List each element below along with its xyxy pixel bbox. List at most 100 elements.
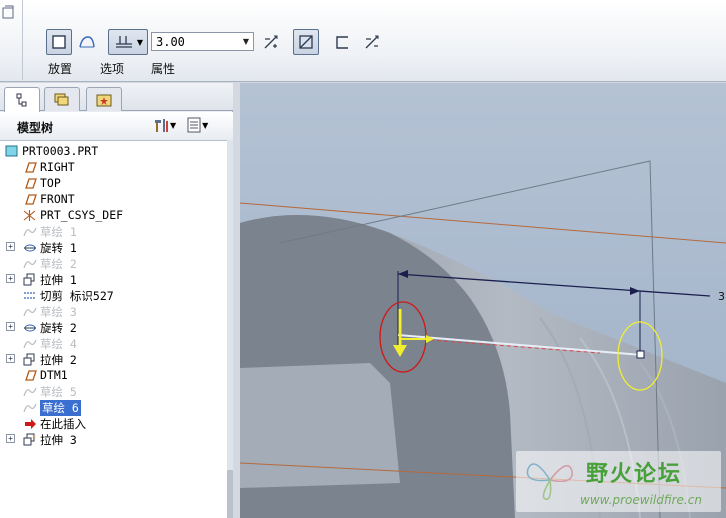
model-tree-title: 模型树 (17, 121, 54, 135)
blind-depth-icon (115, 36, 132, 48)
tree-item-label: 在此插入 (40, 417, 86, 431)
part-face-highlight (240, 363, 400, 488)
sketch-icon (22, 224, 37, 238)
thicken-sketch-icon (336, 36, 348, 49)
tree-item[interactable]: PRT0003.PRT (0, 143, 200, 159)
tree-item[interactable]: + 拉伸 2 (0, 351, 200, 367)
tree-item[interactable]: 在此插入 (0, 415, 200, 431)
tab-options[interactable]: 选项 (100, 60, 124, 77)
model-tree: PRT0003.PRT RIGHT TOP FRONT PRT_CSYS_DEF 草绘 1… (0, 140, 227, 518)
navigator-panel: 模型树 ▼ ▼ PRT0003.PRT RIGHT TOP FRONT PRT_CSYS… (0, 83, 233, 518)
flip-direction-button[interactable] (259, 29, 283, 55)
watermark: 野火论坛 www.proewildfire.cn (516, 451, 721, 512)
tree-item[interactable]: + * 拉伸 3 (0, 431, 200, 447)
favorites-tab[interactable] (86, 87, 122, 111)
datum-plane-icon (22, 192, 37, 206)
tree-item-label: 草绘 6 (40, 400, 81, 416)
coordinate-system-icon (22, 208, 37, 222)
chevron-down-icon: ▼ (170, 120, 177, 130)
butterfly-logo-icon (526, 463, 573, 500)
tree-item[interactable]: 草绘 4 (0, 335, 200, 351)
scrollbar-thumb[interactable] (227, 470, 233, 518)
tree-show-button[interactable]: ▼ (186, 116, 208, 134)
layer-tree-tab[interactable] (44, 87, 80, 111)
tree-item-label: PRT_CSYS_DEF (40, 208, 124, 222)
model-tree-tools: ▼ ▼ (152, 116, 208, 134)
depth-value-combo[interactable]: 3.00 ▼ (151, 32, 254, 51)
model-tree-header: 模型树 ▼ ▼ (0, 112, 233, 140)
expand-toggle[interactable]: + (6, 242, 15, 251)
part-icon (4, 144, 19, 158)
datum-plane-icon (22, 160, 37, 174)
tree-item-label: 旋转 2 (40, 321, 77, 335)
tree-item[interactable]: + 旋转 1 (0, 239, 200, 255)
tree-item[interactable]: 草绘 2 (0, 255, 200, 271)
datum-plane-icon (22, 368, 37, 382)
tree-item-label: 草绘 2 (40, 257, 77, 271)
model-tree-tab[interactable] (4, 87, 40, 112)
tree-item[interactable]: FRONT (0, 191, 200, 207)
tree-item[interactable]: 草绘 5 (0, 383, 200, 399)
tree-settings-button[interactable]: ▼ (152, 116, 176, 134)
surface-button[interactable] (74, 29, 100, 55)
remove-material-button[interactable] (293, 29, 319, 55)
insert-here-arrow-icon (22, 416, 37, 430)
thicken-button[interactable] (330, 29, 354, 55)
expand-toggle[interactable]: + (6, 274, 15, 283)
model-tree-scrollbar[interactable] (227, 140, 233, 518)
chevron-down-icon: ▼ (202, 120, 209, 130)
dashboard-separator (22, 0, 23, 80)
tree-item-label: 拉伸 3 (40, 433, 77, 447)
tree-item-label: 旋转 1 (40, 241, 77, 255)
solid-icon (52, 35, 66, 49)
expand-toggle[interactable]: + (6, 322, 15, 331)
extrude-new-icon: * (22, 432, 37, 446)
extrude-icon (22, 272, 37, 286)
tree-item-label: 草绘 3 (40, 305, 77, 319)
tree-item[interactable]: 切剪 标识527 (0, 287, 200, 303)
solid-button[interactable] (46, 29, 72, 55)
tree-item[interactable]: PRT_CSYS_DEF (0, 207, 200, 223)
watermark-title: 野火论坛 (586, 462, 683, 487)
tree-item[interactable]: RIGHT (0, 159, 200, 175)
tree-item[interactable]: 草绘 3 (0, 303, 200, 319)
tree-item-label: 草绘 4 (40, 337, 77, 351)
revolve-icon (22, 320, 37, 334)
tree-item-label: TOP (40, 176, 61, 190)
tree-item[interactable]: DTM1 (0, 367, 200, 383)
layers-icon (54, 93, 69, 105)
folder-star-icon (96, 94, 112, 106)
expand-toggle[interactable]: + (6, 354, 15, 363)
tree-item[interactable]: 草绘 1 (0, 223, 200, 239)
extrude-dashboard: ▼ 3.00 ▼ 放置 选项 属性 (0, 0, 726, 82)
chevron-down-icon[interactable]: ▼ (239, 33, 253, 50)
depth-value-text: 3.00 (156, 34, 185, 49)
tab-placement[interactable]: 放置 (48, 60, 72, 77)
sketch-icon (22, 256, 37, 270)
flip-thicken-icon (365, 35, 379, 49)
sketch-icon (22, 304, 37, 318)
dimension-value[interactable]: 3 (718, 290, 725, 303)
chevron-down-icon: ▼ (136, 37, 144, 47)
tree-item-label: 拉伸 1 (40, 273, 77, 287)
tree-item[interactable]: TOP (0, 175, 200, 191)
tree-item[interactable]: + 拉伸 1 (0, 271, 200, 287)
surface-icon (79, 36, 95, 48)
depth-option-button[interactable]: ▼ (108, 29, 148, 55)
watermark-url: www.proewildfire.cn (580, 493, 702, 507)
tree-item[interactable]: + 旋转 2 (0, 319, 200, 335)
sketch-icon (22, 336, 37, 350)
tree-item-label: 切剪 标识527 (40, 289, 114, 303)
tab-properties[interactable]: 属性 (151, 60, 175, 77)
drag-handle[interactable] (636, 350, 645, 359)
dashboard-corner-icon (2, 5, 14, 19)
revolve-icon (22, 240, 37, 254)
flip-direction-icon (264, 35, 278, 49)
tree-item-label: DTM1 (40, 368, 68, 382)
tree-item-label: 拉伸 2 (40, 353, 77, 367)
flip-thicken-button[interactable] (360, 29, 384, 55)
tree-item-label: FRONT (40, 192, 75, 206)
tree-item-label: PRT0003.PRT (22, 144, 99, 158)
expand-toggle[interactable]: + (6, 434, 15, 443)
tree-item[interactable]: 草绘 6 (0, 399, 200, 416)
